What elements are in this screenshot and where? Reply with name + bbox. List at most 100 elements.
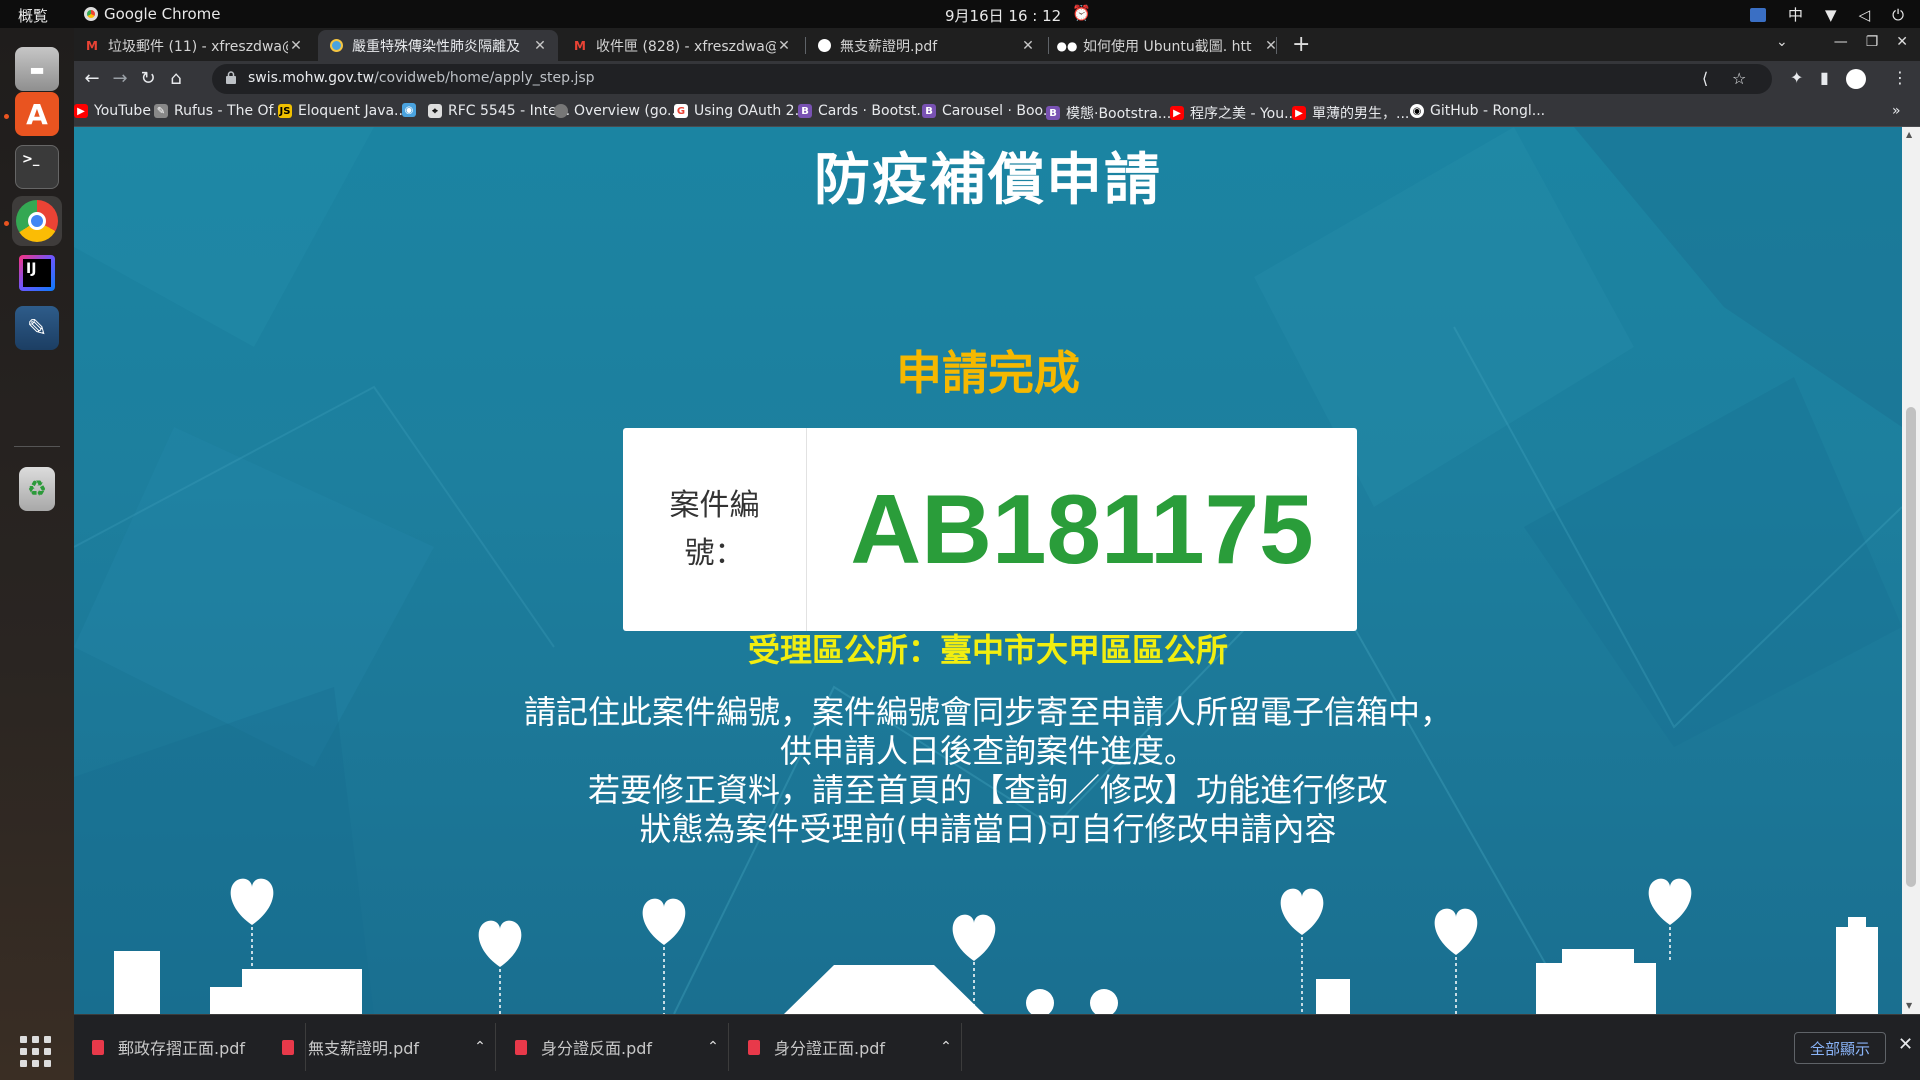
download-item[interactable]: 無支薪證明.pdf ⌃ xyxy=(264,1023,496,1071)
activities-button[interactable]: 概覧 xyxy=(18,5,48,26)
dock-files[interactable]: ▬ xyxy=(12,44,62,94)
dock-mysql-workbench[interactable]: ✎ xyxy=(12,303,62,353)
tab-ubuntu-screenshot[interactable]: ●● 如何使用 Ubuntu截圖. htt ✕ xyxy=(1049,30,1289,61)
tab-strip: M 垃圾郵件 (11) - xfreszdwa@ ✕ 嚴重特殊傳染性肺炎隔離及 … xyxy=(74,28,1920,61)
bookmark-item[interactable]: ▶ 單薄的男生，... xyxy=(1292,103,1409,123)
bookmark-item[interactable]: Overview (go... xyxy=(554,103,680,119)
close-shelf-icon[interactable]: ✕ xyxy=(1898,1034,1913,1055)
district-office: 受理區公所：臺中市大甲區區公所 xyxy=(747,631,1228,669)
close-window-button[interactable]: ✕ xyxy=(1896,34,1908,50)
dock-chrome[interactable] xyxy=(12,196,62,246)
bootstrap-icon: B xyxy=(922,104,936,118)
tab-covid-compensation[interactable]: 嚴重特殊傳染性肺炎隔離及 ✕ xyxy=(318,30,558,61)
dock-terminal[interactable]: >_ xyxy=(12,142,62,192)
keyboard-layout-icon[interactable] xyxy=(1750,7,1767,22)
bookmark-star-icon[interactable]: ☆ xyxy=(1732,69,1746,88)
tab-pdf[interactable]: 無支薪證明.pdf ✕ xyxy=(806,30,1046,61)
download-filename: 郵政存摺正面.pdf xyxy=(118,1039,246,1058)
tab-title: 垃圾郵件 (11) - xfreszdwa@ xyxy=(108,38,288,55)
system-tray[interactable]: 中 ▼ ◁ ⏻ xyxy=(1750,4,1904,25)
bookmark-item[interactable]: B 模態·Bootstra... xyxy=(1046,103,1171,123)
download-filename: 身分證反面.pdf xyxy=(541,1039,653,1058)
close-icon[interactable]: ✕ xyxy=(288,38,304,54)
tab-gmail-inbox[interactable]: M 收件匣 (828) - xfreszdwa@ ✕ xyxy=(562,30,802,61)
globe-icon xyxy=(816,38,832,54)
show-applications-icon[interactable] xyxy=(20,1036,51,1067)
close-icon[interactable]: ✕ xyxy=(776,38,792,54)
bootstrap-icon: B xyxy=(1046,106,1060,120)
clock[interactable]: 9月16日 16 : 12 xyxy=(945,5,1061,26)
bookmark-item[interactable]: B Cards · Bootst... xyxy=(798,103,930,119)
scrollbar-thumb[interactable] xyxy=(1906,407,1916,887)
back-button[interactable]: ← xyxy=(80,67,104,91)
chevron-up-icon[interactable]: ⌃ xyxy=(931,1039,961,1055)
bookmark-item[interactable]: ◉ xyxy=(402,103,422,117)
chevron-up-icon[interactable]: ⌃ xyxy=(465,1039,495,1055)
bookmark-item[interactable]: ◉ GitHub - Rongl... xyxy=(1410,103,1545,119)
app-menu-label: Google Chrome xyxy=(104,5,221,23)
more-bookmarks-icon[interactable]: » xyxy=(1892,103,1901,119)
power-icon: ⏻ xyxy=(1892,5,1904,24)
bootstrap-icon: B xyxy=(798,104,812,118)
alarm-icon: ⏰ xyxy=(1072,4,1091,22)
tab-title: 無支薪證明.pdf xyxy=(840,38,938,55)
gmail-icon: M xyxy=(574,38,586,53)
case-number-box: 案件編號： AB181175 xyxy=(623,428,1357,631)
download-item[interactable]: 身分證反面.pdf ⌃ xyxy=(497,1023,729,1071)
close-icon[interactable]: ✕ xyxy=(532,38,548,54)
dock-separator xyxy=(14,446,60,447)
files-icon: ▬ xyxy=(15,47,59,91)
bookmark-item[interactable]: ▶ 程序之美 - You... xyxy=(1170,103,1297,123)
share-icon[interactable]: ⟨ xyxy=(1702,69,1708,88)
chrome-icon xyxy=(16,200,58,242)
bookmark-item[interactable]: ✎ Rufus - The Of... xyxy=(154,103,286,119)
tab-search-icon[interactable]: ⌄ xyxy=(1776,34,1788,50)
menu-icon[interactable]: ⋮ xyxy=(1892,68,1908,87)
rfc-icon: ⌖ xyxy=(428,104,442,118)
address-bar[interactable]: swis.mohw.gov.tw/covidweb/home/apply_ste… xyxy=(212,64,1772,94)
page-content: 防疫補償申請 申請完成 案件編號： AB181175 受理區公所：臺中市大甲區區… xyxy=(74,127,1902,1014)
bookmark-item[interactable]: B Carousel · Boo... xyxy=(922,103,1056,119)
extensions-icon[interactable]: ✦ xyxy=(1790,68,1803,87)
youtube-icon: ▶ xyxy=(1170,106,1184,120)
download-item[interactable]: 身分證正面.pdf ⌃ xyxy=(730,1023,962,1071)
download-filename: 身分證正面.pdf xyxy=(774,1039,886,1058)
download-shelf: 郵政存摺正面.pdf ⌃ 無支薪證明.pdf ⌃ 身分證反面.pdf ⌃ 身分證… xyxy=(74,1014,1920,1080)
profile-avatar[interactable] xyxy=(1846,69,1866,89)
forward-button[interactable]: → xyxy=(108,67,132,91)
dock-intellij[interactable]: IJ xyxy=(12,248,62,298)
tab-title: 嚴重特殊傳染性肺炎隔離及 xyxy=(352,38,520,55)
input-method-indicator[interactable]: 中 xyxy=(1788,4,1803,25)
minimize-button[interactable]: — xyxy=(1834,34,1848,50)
terminal-icon: >_ xyxy=(15,145,59,189)
case-number-label: 案件編號： xyxy=(623,428,807,631)
pdf-file-icon xyxy=(92,1039,104,1055)
app-menu[interactable]: Google Chrome xyxy=(84,5,221,23)
show-all-downloads-button[interactable]: 全部顯示 xyxy=(1794,1032,1886,1064)
youtube-icon: ▶ xyxy=(74,104,88,118)
side-panel-icon[interactable]: ▮ xyxy=(1820,68,1829,87)
url-text: swis.mohw.gov.tw/covidweb/home/apply_ste… xyxy=(248,70,595,86)
software-center-icon: A xyxy=(15,92,59,136)
dock-software[interactable]: A xyxy=(12,89,62,139)
maximize-button[interactable]: ❐ xyxy=(1866,34,1879,50)
dock-trash[interactable]: ♻ xyxy=(12,464,62,514)
bookmark-item[interactable]: JS Eloquent Java... xyxy=(278,103,407,119)
tab-title: 收件匣 (828) - xfreszdwa@ xyxy=(596,38,776,55)
page-scrollbar[interactable]: ▲ ▼ xyxy=(1902,127,1920,1014)
new-tab-button[interactable]: + xyxy=(1292,32,1310,57)
close-icon[interactable]: ✕ xyxy=(1020,38,1036,54)
scroll-down-icon[interactable]: ▼ xyxy=(1906,1001,1912,1010)
running-indicator xyxy=(4,114,9,119)
gmail-icon: M xyxy=(86,38,98,53)
notice-line: 狀態為案件受理前(申請當日)可自行修改申請內容 xyxy=(639,810,1337,848)
bookmark-item[interactable]: ⌖ RFC 5545 - Inte... xyxy=(428,103,570,119)
reload-button[interactable]: ↻ xyxy=(136,67,160,91)
chevron-up-icon[interactable]: ⌃ xyxy=(698,1039,728,1055)
bookmark-item[interactable]: ▶ YouTube xyxy=(74,103,151,119)
home-button[interactable]: ⌂ xyxy=(164,67,188,91)
tab-gmail-spam[interactable]: M 垃圾郵件 (11) - xfreszdwa@ ✕ xyxy=(74,30,314,61)
scroll-up-icon[interactable]: ▲ xyxy=(1906,130,1912,139)
bookmark-item[interactable]: G Using OAuth 2... xyxy=(674,103,808,119)
globe-icon xyxy=(328,38,344,54)
